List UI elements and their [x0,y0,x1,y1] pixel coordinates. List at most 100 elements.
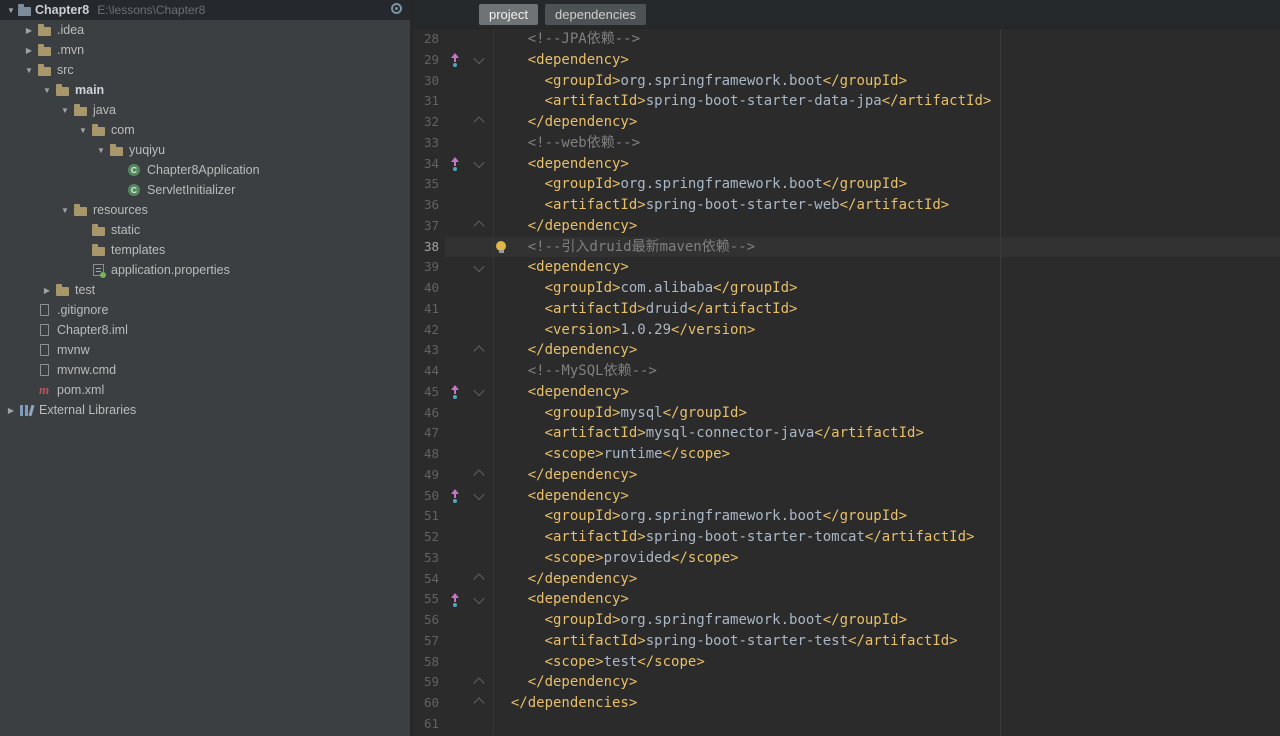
folder-icon [54,84,70,96]
fold-marker-open-icon[interactable] [473,260,485,272]
tree-item-application-properties[interactable]: application.properties [0,260,410,280]
fold-marker-close-icon[interactable] [473,116,485,129]
maven-dependency-gutter-icon[interactable] [450,488,460,503]
breadcrumb-dependencies[interactable]: dependencies [545,3,646,25]
gutter-fold-cell [465,320,493,341]
tree-item-test[interactable]: ▶ test [0,280,410,300]
tree-item-external-libraries[interactable]: ▶ External Libraries [0,400,410,420]
code-text[interactable]: <groupId>org.springframework.boot</group… [493,70,1280,92]
code-text[interactable]: <groupId>org.springframework.boot</group… [493,506,1280,527]
tree-item-mvn[interactable]: ▶ .mvn [0,40,410,60]
code-text[interactable]: <dependency> [493,381,1280,403]
code-text[interactable]: <dependency> [493,589,1280,610]
intention-bulb-icon[interactable] [496,240,506,253]
tree-item-src[interactable]: ▼ src [0,60,410,80]
tree-item-resources[interactable]: ▼ resources [0,200,410,220]
line-number: 50 [423,487,439,503]
code-text[interactable]: <!--引入druid最新maven依赖--> [493,236,1280,258]
code-text[interactable]: <!--MySQL依赖--> [493,361,1280,382]
fold-marker-close-icon[interactable] [473,220,485,232]
tree-item-com[interactable]: ▼ com [0,120,410,140]
code-text[interactable]: <dependency> [493,485,1280,507]
code-text[interactable]: </dependencies> [493,693,1280,714]
project-tree: ▶ .idea ▶ .mvn ▼ src ▼ main ▼ java ▼ com ▼ yuqiyu C Cha… [0,20,410,420]
chevron-collapsed-icon[interactable]: ▶ [22,26,36,35]
code-text[interactable]: <artifactId>mysql-connector-java</artifa… [493,423,1280,444]
code-text[interactable]: <!--JPA依赖--> [493,29,1280,50]
code-text[interactable]: <artifactId>spring-boot-starter-data-jpa… [493,91,1280,112]
chevron-expanded-icon[interactable]: ▼ [4,6,18,15]
chevron-expanded-icon[interactable]: ▼ [94,146,108,155]
maven-dependency-gutter-icon[interactable] [450,156,460,171]
chevron-expanded-icon[interactable]: ▼ [58,106,72,115]
fold-marker-open-icon[interactable] [473,385,485,397]
code-text[interactable]: <dependency> [493,153,1280,175]
scroll-from-source-icon[interactable] [391,3,402,14]
code-text[interactable]: <artifactId>spring-boot-starter-web</art… [493,195,1280,216]
tree-item-servletinitializer[interactable]: C ServletInitializer [0,180,410,200]
code-text[interactable] [493,713,1280,735]
fold-marker-close-icon[interactable] [473,469,485,481]
code-text[interactable]: <scope>test</scope> [493,651,1280,673]
tree-item-idea[interactable]: ▶ .idea [0,20,410,40]
chevron-collapsed-icon[interactable]: ▶ [4,406,18,415]
tree-item-yuqiyu[interactable]: ▼ yuqiyu [0,140,410,160]
chevron-collapsed-icon[interactable]: ▶ [22,46,36,55]
fold-marker-close-icon[interactable] [473,697,485,710]
tree-item-main[interactable]: ▼ main [0,80,410,100]
maven-dependency-gutter-icon[interactable] [450,385,460,400]
code-text[interactable]: </dependency> [493,215,1280,237]
tree-item-mvnw-cmd[interactable]: mvnw.cmd [0,360,410,380]
code-line-36: 36 <artifactId>spring-boot-starter-web</… [413,195,1280,216]
code-text[interactable]: <scope>runtime</scope> [493,444,1280,465]
tree-item-templates[interactable]: templates [0,240,410,260]
code-text[interactable]: <groupId>org.springframework.boot</group… [493,610,1280,631]
code-text[interactable]: </dependency> [493,464,1280,486]
chevron-collapsed-icon[interactable]: ▶ [40,286,54,295]
chevron-expanded-icon[interactable]: ▼ [58,206,72,215]
tree-item-gitignore[interactable]: .gitignore [0,300,410,320]
code-text[interactable]: <dependency> [493,49,1280,71]
line-number: 54 [423,570,439,586]
code-text[interactable]: <artifactId>druid</artifactId> [493,298,1280,320]
code-text[interactable]: </dependency> [493,340,1280,361]
maven-dependency-gutter-icon[interactable] [450,592,460,607]
code-text[interactable]: <artifactId>spring-boot-starter-tomcat</… [493,527,1280,548]
tree-item-mvnw[interactable]: mvnw [0,340,410,360]
code-text[interactable]: <groupId>org.springframework.boot</group… [493,174,1280,195]
chevron-expanded-icon[interactable]: ▼ [40,86,54,95]
code-text[interactable]: <artifactId>spring-boot-starter-test</ar… [493,630,1280,652]
gutter-icon-cell [445,423,465,444]
fold-marker-open-icon[interactable] [473,156,485,169]
breadcrumb-project[interactable]: project [479,3,539,25]
tree-item-pom-xml[interactable]: m pom.xml [0,380,410,400]
chevron-expanded-icon[interactable]: ▼ [22,66,36,75]
code-text[interactable]: <groupId>mysql</groupId> [493,402,1280,424]
gutter-icon-cell [445,195,465,216]
code-text[interactable]: <dependency> [493,257,1280,278]
project-root-row[interactable]: ▼ Chapter8 E:\lessons\Chapter8 [0,0,410,20]
editor: project dependencies 28 <!--JPA依赖--> 29 <d… [413,0,1280,736]
fold-marker-close-icon[interactable] [473,676,485,689]
fold-marker-open-icon[interactable] [473,488,485,501]
code-text[interactable]: </dependency> [493,568,1280,590]
code-text[interactable]: <scope>provided</scope> [493,547,1280,569]
gutter-icon-cell [445,714,465,735]
tree-item-java[interactable]: ▼ java [0,100,410,120]
fold-marker-open-icon[interactable] [473,53,485,65]
code-text[interactable]: </dependency> [493,672,1280,693]
fold-marker-open-icon[interactable] [473,592,485,604]
code-text[interactable]: </dependency> [493,112,1280,133]
code-text[interactable]: <!--web依赖--> [493,132,1280,154]
fold-marker-close-icon[interactable] [473,344,485,357]
code-text[interactable]: <version>1.0.29</version> [493,319,1280,341]
tree-item-label: mvnw [57,343,90,357]
maven-dependency-gutter-icon[interactable] [450,53,460,68]
tree-item-chapter8-iml[interactable]: Chapter8.iml [0,320,410,340]
tree-item-static[interactable]: static [0,220,410,240]
code-text[interactable]: <groupId>com.alibaba</groupId> [493,278,1280,299]
chevron-expanded-icon[interactable]: ▼ [76,126,90,135]
code-line-43: 43 </dependency> [413,340,1280,361]
fold-marker-close-icon[interactable] [473,573,485,585]
tree-item-chapter8application[interactable]: C Chapter8Application [0,160,410,180]
